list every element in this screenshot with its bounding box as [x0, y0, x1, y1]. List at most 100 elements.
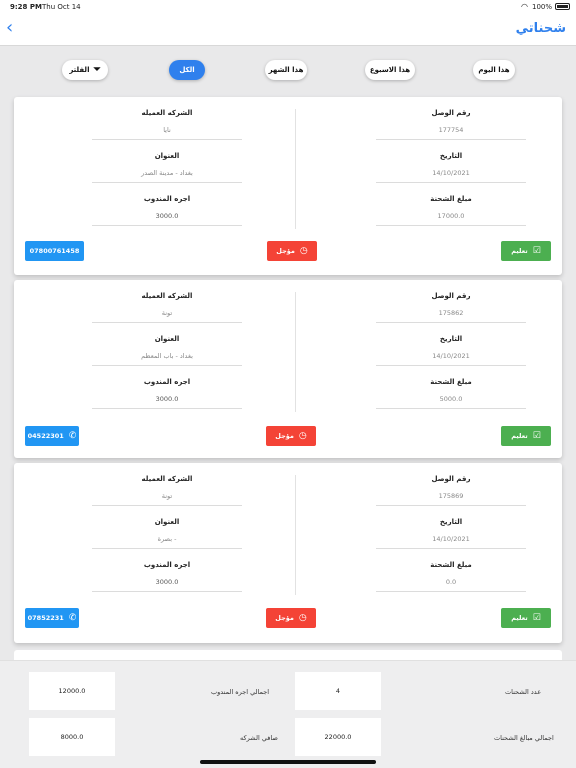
address-field: العنوان بصرة -: [92, 518, 242, 549]
receipt-field: رقم الوصل 175862: [376, 292, 526, 323]
shipment-card: رقم الوصل 175862 التاريخ 14/10/2021 مبلغ…: [14, 280, 562, 458]
date-value: 14/10/2021: [376, 169, 526, 183]
client-label: الشركه العميله: [141, 292, 193, 300]
fee-label: اجره المندوب: [143, 378, 191, 386]
receipt-label: رقم الوصل: [431, 109, 471, 117]
call-button[interactable]: 07800761458 ✆: [25, 241, 84, 276]
status-date: Thu Oct 14: [42, 3, 81, 11]
count-value: 4: [295, 672, 381, 710]
fee-value: 3000.0: [92, 395, 242, 409]
client-field: الشركه العميله نايا: [92, 109, 242, 140]
client-value: نايا: [92, 126, 242, 140]
clock-icon: ◷: [298, 431, 307, 441]
amount-value: 5000.0: [376, 395, 526, 409]
phone-number: 04522301: [27, 432, 64, 440]
deliver-label: تعليم: [511, 247, 528, 255]
tab-all-label: الكل: [179, 66, 195, 74]
date-value: 14/10/2021: [376, 535, 526, 549]
chevron-left-icon[interactable]: ‹: [6, 19, 13, 37]
postpone-button[interactable]: مؤجل ◷: [266, 608, 316, 628]
address-value: بغداد - مدينة الصدر: [92, 169, 242, 183]
deliver-label: تعليم: [511, 614, 528, 622]
deliver-label: تعليم: [511, 432, 528, 440]
postpone-button[interactable]: مؤجل ◷: [266, 426, 316, 446]
amount-label: مبلغ الشحنة: [430, 378, 472, 386]
tab-today[interactable]: هذا اليوم: [473, 60, 515, 80]
phone-number: 07800761458: [29, 247, 80, 255]
receipt-value: 175869: [376, 492, 526, 506]
date-field: التاريخ 14/10/2021: [376, 335, 526, 366]
address-label: العنوان: [154, 335, 180, 343]
client-field: الشركه العميله تونة: [92, 475, 242, 506]
amount-value: 17000.0: [376, 212, 526, 226]
checkbox-icon: ☑: [532, 431, 541, 441]
fee-value: 3000.0: [92, 578, 242, 592]
wifi-icon: ◠: [521, 2, 528, 11]
address-field: العنوان بغداد - باب المعظم: [92, 335, 242, 366]
postpone-label: مؤجل: [275, 614, 294, 622]
shipment-card: رقم الوصل 175869 التاريخ 14/10/2021 مبلغ…: [14, 463, 562, 643]
count-label: عدد الشحنات: [505, 688, 542, 696]
receipt-value: 177754: [376, 126, 526, 140]
deliver-button[interactable]: تعليم ☑: [501, 608, 551, 628]
receipt-field: رقم الوصل 177754: [376, 109, 526, 140]
fee-field: اجره المندوب 3000.0: [92, 561, 242, 592]
net-value: 8000.0: [29, 718, 115, 756]
tab-this-month-label: هذا الشهر: [268, 66, 304, 74]
tab-this-month[interactable]: هذا الشهر: [265, 60, 307, 80]
call-button[interactable]: 04522301 ✆: [25, 426, 79, 446]
address-value: بغداد - باب المعظم: [92, 352, 242, 366]
call-button[interactable]: 07852231 ✆: [25, 608, 79, 628]
postpone-label: مؤجل: [276, 247, 295, 255]
client-label: الشركه العميله: [141, 109, 193, 117]
address-field: العنوان بغداد - مدينة الصدر: [92, 152, 242, 183]
date-field: التاريخ 14/10/2021: [376, 152, 526, 183]
date-field: التاريخ 14/10/2021: [376, 518, 526, 549]
summary-panel: عدد الشحنات 4 اجمالي اجره المندوب 12000.…: [0, 660, 576, 768]
amount-label: مبلغ الشحنة: [430, 195, 472, 203]
client-value: تونة: [92, 309, 242, 323]
fee-value: 3000.0: [92, 212, 242, 226]
client-value: تونة: [92, 492, 242, 506]
client-field: الشركه العميله تونة: [92, 292, 242, 323]
deliver-button[interactable]: تعليم ☑: [501, 426, 551, 446]
address-value: بصرة -: [92, 535, 242, 549]
receipt-label: رقم الوصل: [431, 475, 471, 483]
phone-icon: ✆: [53, 266, 61, 276]
checkbox-icon: ☑: [532, 246, 541, 256]
page-title: شحناتي: [515, 21, 566, 36]
deliver-button[interactable]: تعليم ☑: [501, 241, 551, 261]
tab-all[interactable]: الكل: [169, 60, 205, 80]
tab-today-label: هذا اليوم: [478, 66, 510, 74]
postpone-label: مؤجل: [275, 432, 294, 440]
fee-label: اجره المندوب: [143, 195, 191, 203]
navigation-bar: ‹ شحناتي: [0, 14, 576, 46]
postpone-button[interactable]: مؤجل ◷: [267, 241, 317, 261]
battery-percent: 100%: [531, 3, 552, 11]
status-time: 9:28 PM: [10, 3, 42, 11]
date-label: التاريخ: [439, 518, 463, 526]
home-indicator: [200, 760, 376, 764]
date-value: 14/10/2021: [376, 352, 526, 366]
filter-button[interactable]: الفلتر ⏷: [62, 60, 108, 80]
amounts-total-label: اجمالي مبالغ الشحنات: [494, 734, 554, 742]
card-divider: [295, 475, 296, 595]
net-label: صافي الشركه: [240, 734, 278, 742]
address-label: العنوان: [154, 152, 180, 160]
amount-label: مبلغ الشحنة: [430, 561, 472, 569]
filter-label: الفلتر: [69, 66, 90, 74]
amount-field: مبلغ الشحنة 5000.0: [376, 378, 526, 409]
fees-total-value: 12000.0: [29, 672, 115, 710]
client-label: الشركه العميله: [141, 475, 193, 483]
fee-label: اجره المندوب: [143, 561, 191, 569]
receipt-label: رقم الوصل: [431, 292, 471, 300]
address-label: العنوان: [154, 518, 180, 526]
card-divider: [295, 292, 296, 412]
date-label: التاريخ: [439, 152, 463, 160]
fees-total-label: اجمالي اجره المندوب: [211, 688, 270, 696]
amount-field: مبلغ الشحنة 17000.0: [376, 195, 526, 226]
phone-number: 07852231: [27, 614, 64, 622]
card-divider: [295, 109, 296, 229]
tab-this-week[interactable]: هذا الاسبوع: [365, 60, 415, 80]
fee-field: اجره المندوب 3000.0: [92, 195, 242, 226]
